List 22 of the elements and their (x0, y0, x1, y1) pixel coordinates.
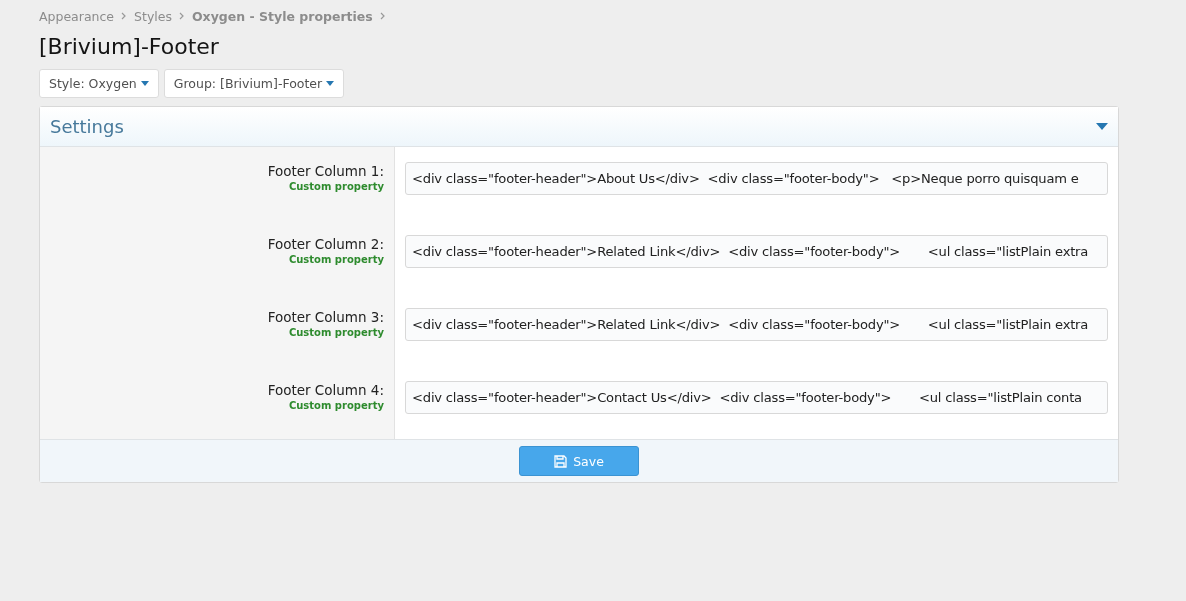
custom-property-hint: Custom property (288, 254, 384, 265)
code-input-field[interactable]: <div class="footer-header">Related Link</div> <div class="footer-body"> <ul class="listPlain extra (405, 235, 1108, 268)
page-title: [Brivium]-Footer (39, 34, 220, 59)
field-label: Footer Column 3: (267, 309, 384, 325)
caret-down-icon (140, 81, 149, 86)
custom-property-hint: Custom property (288, 327, 384, 338)
code-input-field[interactable]: <div class="footer-header">Related Link</div> <div class="footer-body"> <ul class="listPlain extra (405, 308, 1108, 341)
caret-down-icon (326, 81, 335, 86)
filter-dropdown-button[interactable]: Group: [Brivium]-Footer (163, 69, 345, 98)
chevron-right-icon (179, 12, 185, 20)
custom-property-hint: Custom property (288, 181, 384, 192)
caret-down-icon[interactable] (1096, 123, 1108, 130)
code-input-field[interactable]: <div class="footer-header">Contact Us</div> <div class="footer-body"> <ul class="listPlain conta (405, 381, 1108, 414)
field-label: Footer Column 1: (267, 163, 384, 179)
panel-title: Settings (50, 116, 124, 137)
code-input-field[interactable]: <div class="footer-header">About Us</div> <div class="footer-body"> <p>Neque porro quisquam e (405, 162, 1108, 195)
field-label: Footer Column 2: (267, 236, 384, 252)
field-label: Footer Column 4: (267, 382, 384, 398)
chevron-right-icon (379, 12, 386, 20)
custom-property-hint: Custom property (288, 400, 384, 411)
chevron-right-icon (121, 12, 128, 20)
filter-dropdown-button[interactable]: Style: Oxygen (39, 69, 159, 98)
